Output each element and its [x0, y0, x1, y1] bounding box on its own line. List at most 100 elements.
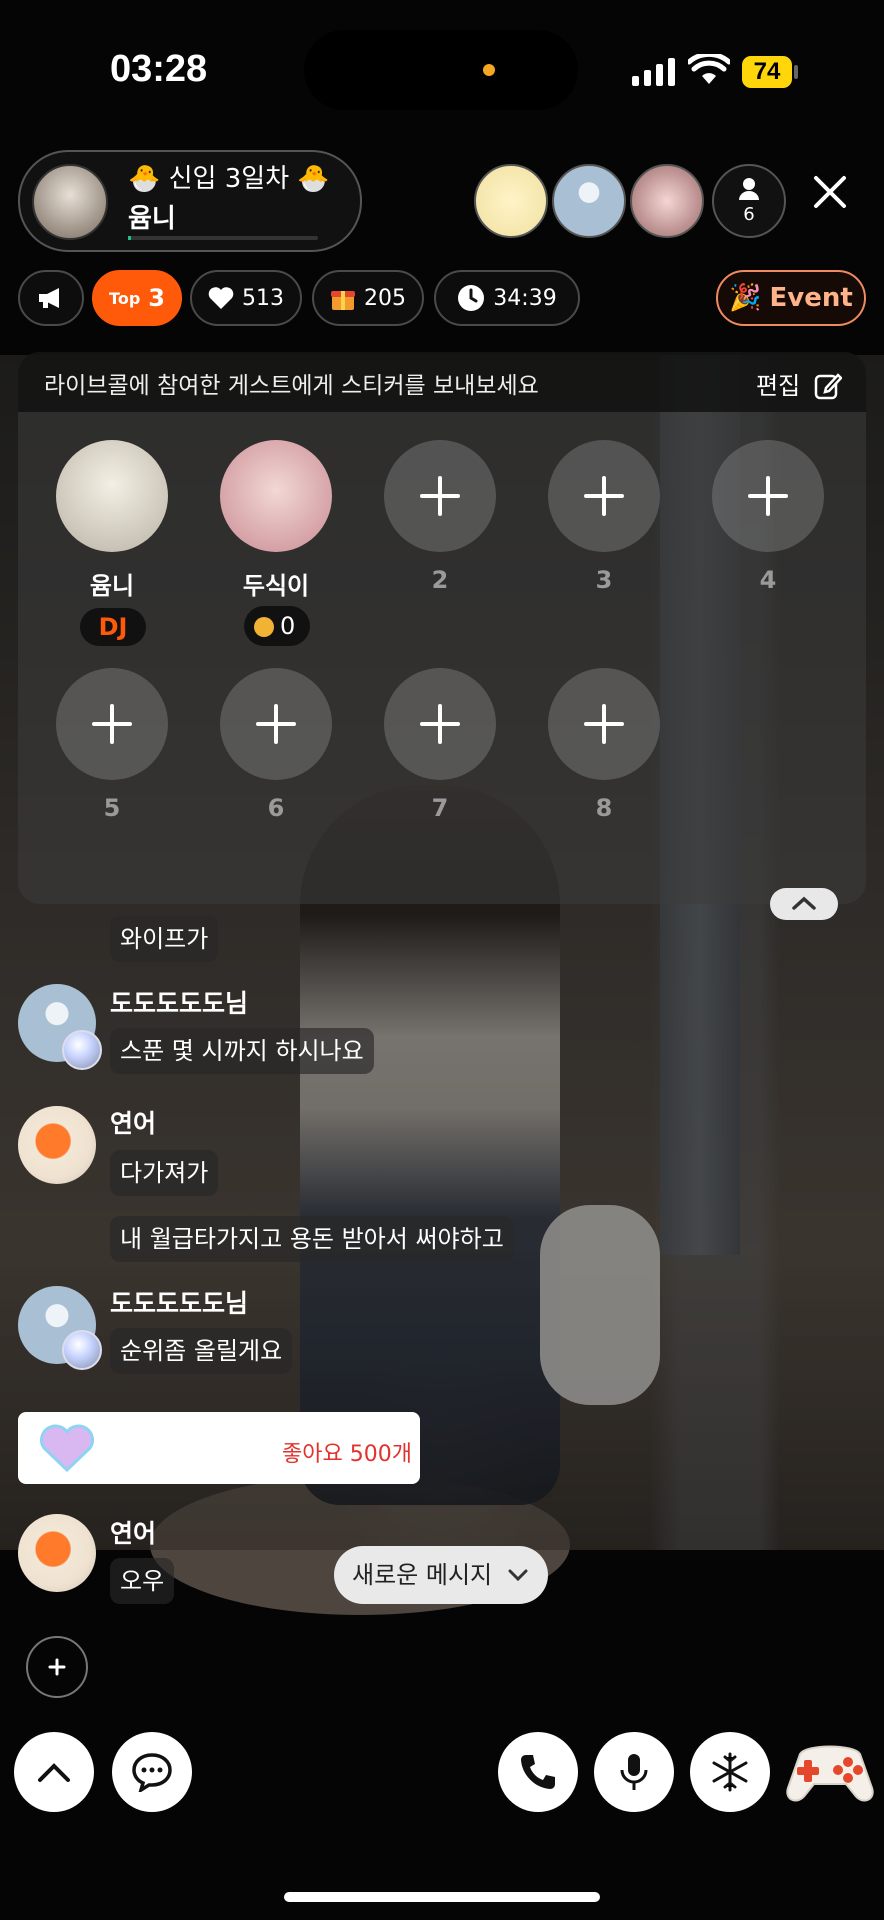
- dynamic-island: [304, 30, 578, 110]
- chevron-down-icon: [508, 1569, 528, 1582]
- slot-number: 2: [431, 566, 449, 594]
- chevron-up-icon: [38, 1763, 70, 1782]
- empty-guest-slot[interactable]: [712, 440, 824, 552]
- like-username: 도도도도도님: [130, 1437, 280, 1468]
- top-rank-chip[interactable]: Top 3: [92, 270, 182, 326]
- slot-number: 4: [759, 566, 777, 594]
- cellular-signal-icon: [632, 58, 675, 86]
- plus-icon: [748, 476, 788, 516]
- edit-icon: [814, 373, 843, 400]
- plus-icon: [584, 704, 624, 744]
- coin-icon: [254, 617, 274, 637]
- empty-guest-slot[interactable]: [384, 668, 496, 780]
- slot-number: 6: [267, 794, 285, 822]
- badge-icon: [62, 1030, 102, 1070]
- chat-message: 순위좀 올릴게요: [110, 1328, 293, 1374]
- event-button[interactable]: 🎉 Event: [716, 270, 866, 326]
- freeze-button[interactable]: [690, 1732, 770, 1812]
- chat-button[interactable]: [112, 1732, 192, 1812]
- expand-up-button[interactable]: [14, 1732, 94, 1812]
- announcement-button[interactable]: [18, 270, 84, 326]
- mic-icon: [620, 1754, 648, 1790]
- battery-level: 74: [742, 56, 792, 88]
- guest-coin-count: 0: [280, 612, 296, 640]
- chat-username[interactable]: 도도도도도님: [110, 984, 248, 1020]
- add-button[interactable]: [26, 1636, 88, 1698]
- chat-avatar[interactable]: [18, 1106, 96, 1184]
- plus-icon: [420, 704, 460, 744]
- battery-tip: [794, 65, 798, 79]
- chat-username[interactable]: 연어: [110, 1104, 156, 1140]
- empty-guest-slot[interactable]: [220, 668, 332, 780]
- host-title-row: 🐣 신입 3일차 🐣: [128, 158, 330, 195]
- edit-button[interactable]: 편집: [756, 366, 843, 401]
- dj-badge: DJ: [80, 608, 146, 646]
- guest-slot-avatar[interactable]: [220, 440, 332, 552]
- heart-icon: [208, 287, 234, 309]
- gamepad-icon[interactable]: [786, 1734, 874, 1810]
- person-icon: [739, 178, 759, 200]
- mic-button[interactable]: [594, 1732, 674, 1812]
- timer-chip[interactable]: 34:39: [434, 270, 580, 326]
- status-time: 03:28: [110, 48, 208, 90]
- likes-chip[interactable]: 513: [190, 270, 302, 326]
- like-amount: 좋아요 500개: [282, 1442, 412, 1467]
- chat-message: 다가져가: [110, 1150, 219, 1196]
- viewer-count-button[interactable]: 6: [712, 164, 786, 238]
- slot-number: 5: [103, 794, 121, 822]
- host-slot-name: 윰니: [89, 572, 135, 600]
- close-icon[interactable]: [808, 170, 852, 214]
- collapse-panel-button[interactable]: [770, 888, 838, 920]
- guest-slot-name: 두식이: [242, 572, 310, 600]
- chick-icon: 🐣: [128, 164, 161, 194]
- chat-username[interactable]: 연어: [110, 1514, 156, 1550]
- phone-icon: [521, 1755, 555, 1789]
- empty-guest-slot[interactable]: [56, 668, 168, 780]
- megaphone-icon: [39, 288, 59, 308]
- host-progress-fill: [128, 236, 131, 240]
- chat-message: 오우: [110, 1558, 175, 1604]
- plus-icon: [584, 476, 624, 516]
- host-avatar[interactable]: [32, 164, 108, 240]
- gifts-count: 205: [364, 285, 406, 311]
- host-name: 윰니: [128, 204, 176, 234]
- event-label: Event: [769, 283, 853, 313]
- chat-icon: [132, 1753, 172, 1792]
- chat-avatar[interactable]: [18, 1514, 96, 1592]
- snowflake-icon: [712, 1752, 748, 1792]
- viewer-count: 6: [743, 204, 755, 225]
- empty-guest-slot[interactable]: [384, 440, 496, 552]
- clock-icon: [458, 285, 485, 311]
- edit-label: 편집: [756, 372, 801, 400]
- party-popper-icon: 🎉: [729, 283, 762, 313]
- top-label: Top: [109, 288, 141, 308]
- viewer-avatar[interactable]: [474, 164, 548, 238]
- host-progress-track: [128, 236, 318, 240]
- gifts-chip[interactable]: 205: [312, 270, 424, 326]
- chat-message: 내 월급타가지고 용돈 받아서 써야하고: [110, 1216, 514, 1262]
- viewer-avatar[interactable]: [552, 164, 626, 238]
- live-timer: 34:39: [493, 285, 557, 311]
- slot-number: 8: [595, 794, 613, 822]
- empty-guest-slot[interactable]: [548, 440, 660, 552]
- viewer-avatar[interactable]: [630, 164, 704, 238]
- home-indicator: [284, 1892, 600, 1902]
- plus-icon: [92, 704, 132, 744]
- new-messages-button[interactable]: 새로운 메시지: [334, 1546, 548, 1604]
- host-slot-avatar[interactable]: [56, 440, 168, 552]
- plus-icon: [420, 476, 460, 516]
- likes-count: 513: [242, 285, 284, 311]
- call-button[interactable]: [498, 1732, 578, 1812]
- slot-number: 7: [431, 794, 449, 822]
- chick-icon: 🐣: [297, 164, 330, 194]
- slot-number: 3: [595, 566, 613, 594]
- chevron-up-icon: [792, 896, 816, 910]
- gift-icon: [331, 291, 355, 310]
- wifi-icon: [688, 54, 730, 84]
- empty-guest-slot[interactable]: [548, 668, 660, 780]
- guest-panel-message: 라이브콜에 참여한 게스트에게 스티커를 보내보세요: [44, 373, 539, 399]
- host-title: 신입 3일차: [168, 164, 290, 194]
- badge-icon: [62, 1330, 102, 1370]
- chat-username[interactable]: 도도도도도님: [110, 1284, 248, 1320]
- privacy-indicator: [483, 64, 495, 76]
